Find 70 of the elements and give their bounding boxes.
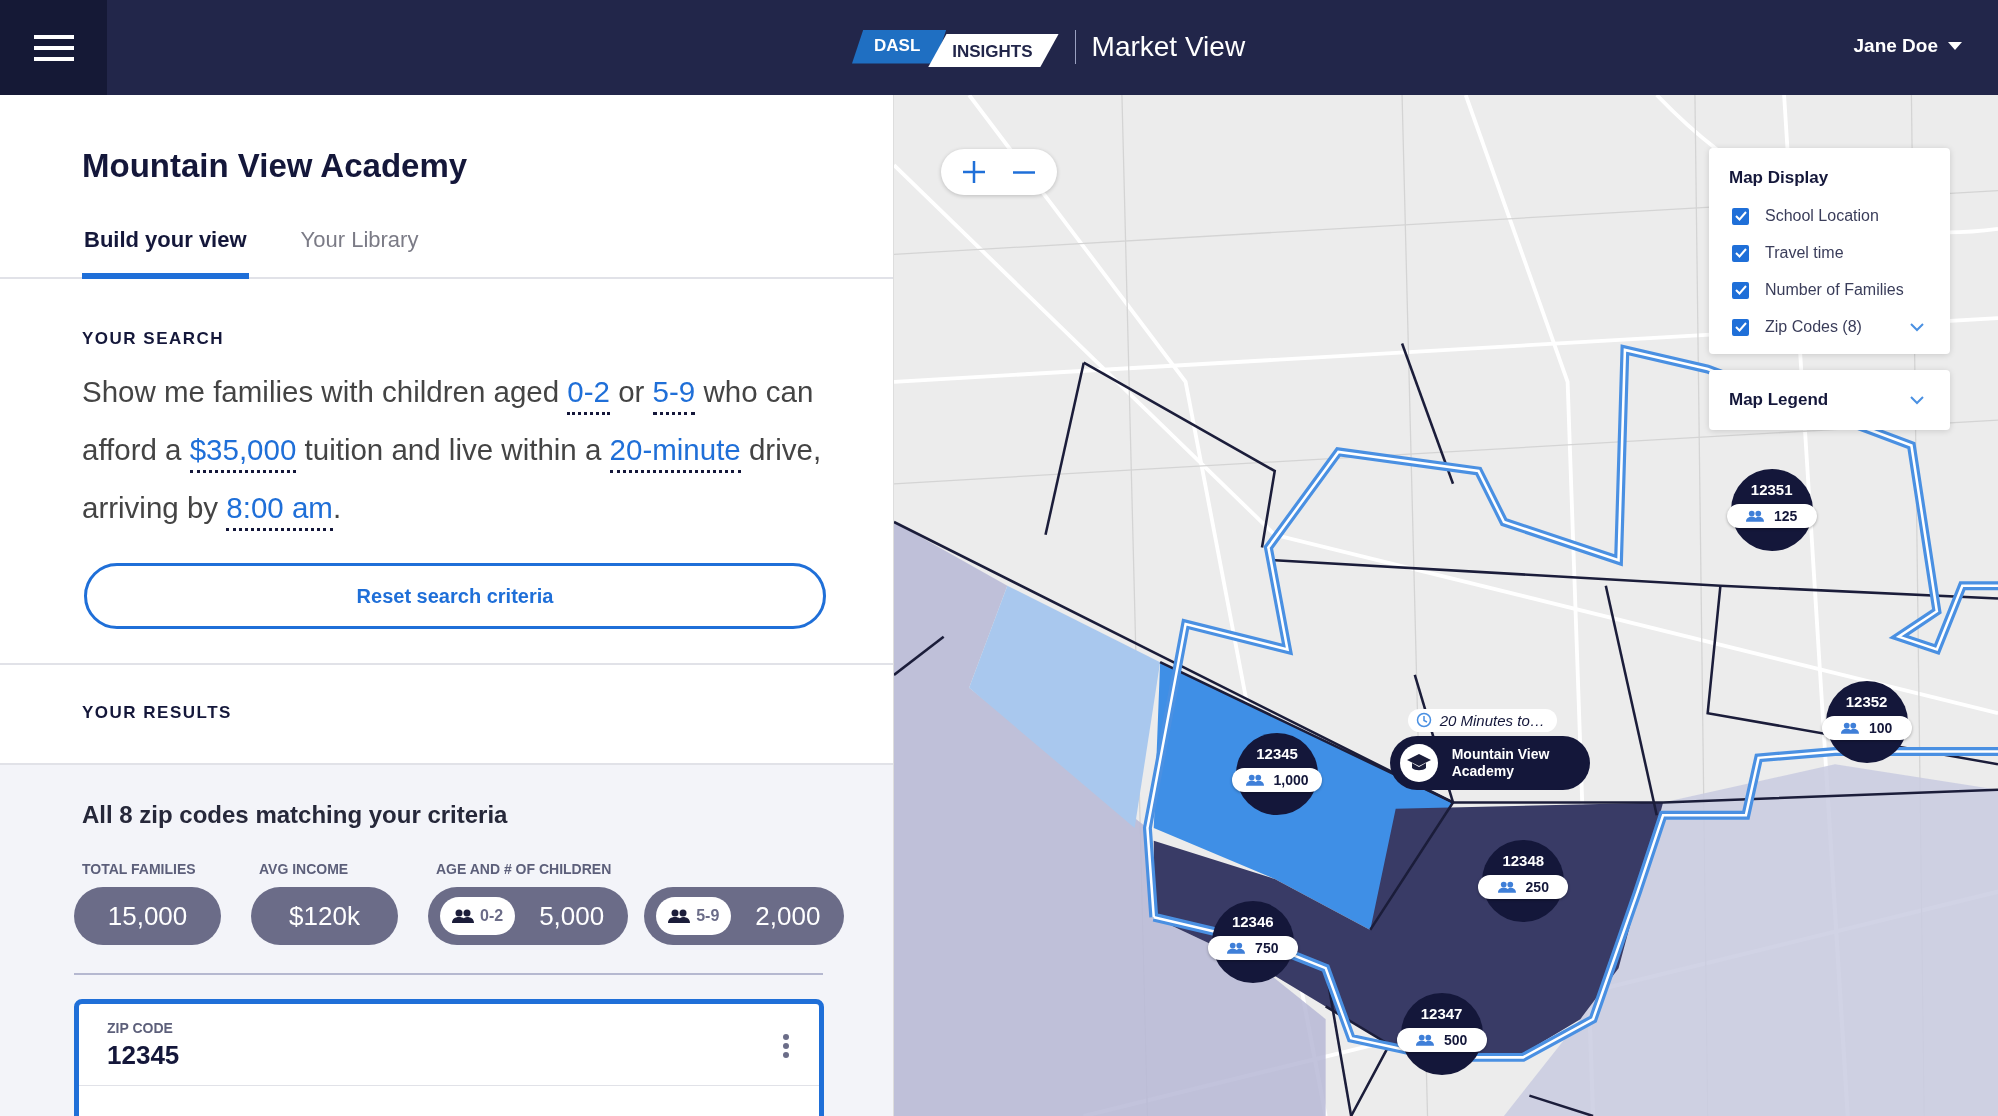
families-count: 250 (1478, 875, 1569, 900)
caret-icon (1948, 42, 1962, 50)
zip-card[interactable]: ZIP CODE 12345 (74, 999, 824, 1116)
section-heading: YOUR SEARCH (82, 329, 226, 349)
families-count: 100 (1821, 715, 1912, 740)
clock-icon (1415, 712, 1432, 729)
zip-code-label: 12351 (1750, 480, 1793, 498)
age-tag: 0-2 (440, 897, 516, 935)
school-marker[interactable]: Mountain View Academy (1389, 735, 1590, 790)
people-icon (1245, 773, 1264, 786)
people-icon (1415, 1034, 1434, 1047)
zip-code-label: 12345 (1256, 744, 1298, 762)
criteria-link[interactable]: $35,000 (189, 433, 297, 473)
zip-label: ZIP CODE (107, 1020, 174, 1036)
user-menu-button[interactable]: Jane Doe (1847, 34, 1968, 58)
criteria-link[interactable]: 0-2 (567, 375, 610, 415)
minus-icon (1013, 170, 1035, 174)
zip-value: 12345 (107, 1040, 180, 1071)
panel-title: Map Display (1729, 168, 1830, 188)
option-label: Number of Families (1765, 281, 1904, 299)
people-icon (1746, 509, 1764, 522)
tab[interactable]: Build your view (82, 227, 249, 279)
checkbox[interactable] (1732, 207, 1749, 225)
results-summary: All 8 zip codes matching your criteria (82, 801, 509, 829)
criteria-link[interactable]: 8:00 am (226, 491, 333, 531)
people-icon (1840, 721, 1859, 734)
stat-label: AVG INCOME (259, 861, 350, 877)
tab[interactable]: Your Library (298, 227, 421, 279)
stat-label: TOTAL FAMILIES (82, 861, 197, 877)
chevron-down-icon (1910, 395, 1924, 405)
checkbox[interactable] (1732, 318, 1749, 336)
search-sentence: Show me families with children aged 0-2 or 5-9 who can afford a $35,000 tuition and live within a 20-minute drive, arriving by 8:00 am. (82, 363, 825, 537)
reset-button[interactable]: Reset search criteria (84, 563, 826, 629)
option-label: Travel time (1765, 244, 1844, 262)
zip-code-label: 12348 (1502, 852, 1545, 870)
stat-value: 5,000 (539, 900, 605, 932)
people-icon (452, 909, 474, 923)
zip-code-label: 12352 (1845, 692, 1888, 710)
school-title: Mountain View Academy (82, 147, 469, 185)
people-icon (668, 909, 691, 923)
option-label: Zip Codes (8) (1765, 318, 1862, 336)
people-icon (1497, 881, 1516, 894)
section-heading: YOUR RESULTS (82, 703, 233, 723)
age-tag: 5-9 (656, 897, 732, 935)
families-count: 500 (1396, 1028, 1487, 1053)
chevron-down-icon[interactable] (1910, 322, 1924, 332)
plus-icon (963, 161, 985, 183)
graduation-cap-icon (1406, 753, 1431, 772)
panel-title: Map Legend (1729, 390, 1829, 410)
zip-code-label: 12346 (1231, 913, 1274, 931)
logo-wordmark: INSIGHTS (928, 34, 1059, 67)
stat-value: 2,000 (755, 900, 821, 932)
families-count: 750 (1207, 936, 1298, 961)
menu-icon (33, 33, 74, 62)
checkbox[interactable] (1732, 281, 1749, 299)
criteria-link[interactable]: 20-minute (609, 433, 741, 473)
people-icon (1227, 942, 1246, 955)
app-title: Market View (1091, 30, 1246, 63)
checkbox[interactable] (1732, 244, 1749, 262)
stat-value: 15,000 (107, 900, 188, 932)
stat-label: AGE AND # OF CHILDREN (436, 861, 613, 877)
families-count: 125 (1726, 503, 1817, 528)
more-options-icon[interactable] (783, 1033, 789, 1058)
stat-value: $120k (289, 900, 360, 932)
option-label: School Location (1765, 207, 1879, 225)
criteria-link[interactable]: 5-9 (652, 375, 696, 415)
families-count: 1,000 (1232, 767, 1323, 792)
menu-button[interactable] (0, 0, 107, 95)
map-legend-panel[interactable]: Map Legend (1709, 370, 1950, 430)
zip-code-label: 12347 (1420, 1005, 1463, 1023)
